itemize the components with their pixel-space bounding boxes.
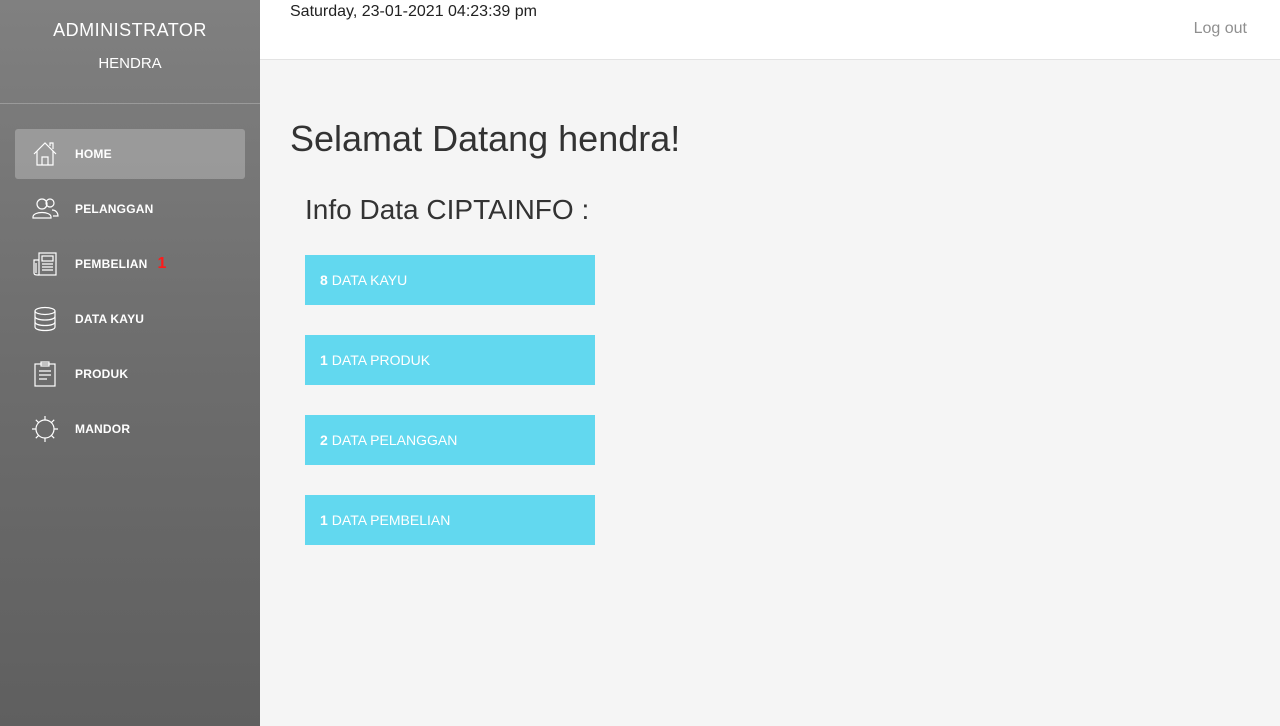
- sidebar-nav: HOME PELANGGAN PEMBELIAN 1 DATA KAYU PRO…: [15, 129, 245, 459]
- stat-label: DATA PRODUK: [331, 352, 431, 368]
- stat-card-data-pelanggan[interactable]: 2 DATA PELANGGAN: [305, 415, 595, 465]
- stat-card-data-pembelian[interactable]: 1 DATA PEMBELIAN: [305, 495, 595, 545]
- sidebar-item-label: DATA KAYU: [75, 312, 145, 326]
- database-icon: [31, 305, 59, 333]
- sidebar-item-mandor[interactable]: MANDOR: [15, 404, 245, 454]
- stat-label: DATA PEMBELIAN: [331, 512, 451, 528]
- stat-card-data-produk[interactable]: 1 DATA PRODUK: [305, 335, 595, 385]
- logout-link[interactable]: Log out: [1194, 20, 1247, 38]
- page-title: Selamat Datang hendra!: [290, 118, 681, 159]
- top-bar: Saturday, 23-01-2021 04:23:39 pm Log out: [260, 0, 1280, 60]
- stat-count: 2: [320, 432, 328, 448]
- stat-label: DATA PELANGGAN: [331, 432, 458, 448]
- current-datetime: Saturday, 23-01-2021 04:23:39 pm: [290, 3, 537, 20]
- notification-badge: 1: [157, 255, 167, 272]
- sidebar-item-pembelian[interactable]: PEMBELIAN 1: [15, 239, 245, 289]
- users-icon: [31, 195, 59, 223]
- newspaper-icon: [31, 250, 59, 278]
- sidebar-item-label: PELANGGAN: [75, 202, 154, 216]
- stat-count: 1: [320, 352, 328, 368]
- main-content: Selamat Datang hendra! Info Data CIPTAIN…: [260, 60, 1280, 726]
- sidebar-item-label: MANDOR: [75, 422, 131, 436]
- stat-count: 1: [320, 512, 328, 528]
- home-icon: [31, 140, 59, 168]
- sidebar-header: ADMINISTRATOR HENDRA: [0, 0, 260, 104]
- sidebar-item-label: PEMBELIAN: [75, 257, 148, 271]
- sidebar-item-produk[interactable]: PRODUK: [15, 349, 245, 399]
- info-subtitle: Info Data CIPTAINFO :: [305, 194, 590, 225]
- sidebar: ADMINISTRATOR HENDRA HOME PELANGGAN PEMB…: [0, 0, 260, 726]
- stat-count: 8: [320, 272, 328, 288]
- clipboard-icon: [31, 360, 59, 388]
- gear-icon: [31, 415, 59, 443]
- sidebar-item-home[interactable]: HOME: [15, 129, 245, 179]
- user-role: ADMINISTRATOR: [53, 20, 207, 40]
- stat-card-data-kayu[interactable]: 8 DATA KAYU: [305, 255, 595, 305]
- user-name: HENDRA: [98, 55, 162, 72]
- sidebar-item-label: PRODUK: [75, 367, 129, 381]
- stat-list: 8 DATA KAYU 1 DATA PRODUK 2 DATA PELANGG…: [305, 255, 595, 575]
- sidebar-item-data-kayu[interactable]: DATA KAYU: [15, 294, 245, 344]
- sidebar-item-label: HOME: [75, 147, 112, 161]
- stat-label: DATA KAYU: [331, 272, 408, 288]
- sidebar-item-pelanggan[interactable]: PELANGGAN: [15, 184, 245, 234]
